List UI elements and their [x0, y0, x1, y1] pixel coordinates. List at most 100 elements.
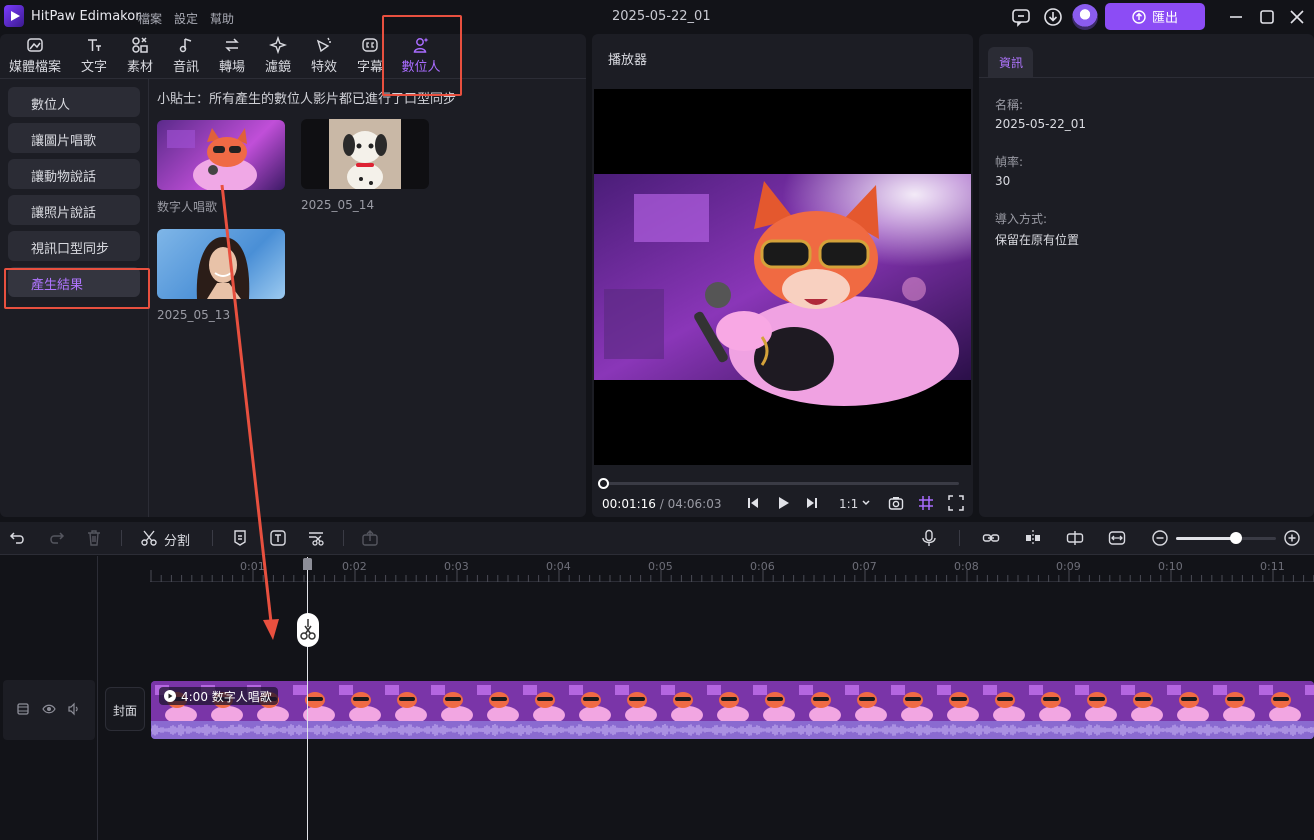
playhead-split-button[interactable]: [297, 613, 319, 647]
feedback-icon[interactable]: [1011, 7, 1031, 27]
tab-filter[interactable]: 濾鏡: [262, 34, 294, 79]
tab-text[interactable]: 文字: [78, 34, 110, 79]
user-avatar[interactable]: [1072, 4, 1098, 30]
download-icon[interactable]: [1043, 7, 1063, 27]
tab-label: 濾鏡: [264, 60, 291, 75]
clip-frame: [1301, 681, 1314, 721]
eye-icon[interactable]: [42, 702, 56, 716]
subtitle-icon: [362, 38, 378, 52]
tick-label: 0:09: [1056, 560, 1081, 573]
divider: [121, 530, 122, 546]
tick-label: 0:02: [342, 560, 367, 573]
cover-button[interactable]: 封面: [105, 687, 145, 731]
tab-label: 轉場: [218, 60, 245, 75]
zoom-in-icon[interactable]: [1283, 529, 1301, 547]
aspect-ratio-select[interactable]: 1:1: [839, 497, 858, 511]
tab-label: 音訊: [172, 60, 199, 75]
info-panel: 資訊 名稱: 2025-05-22_01 幀率: 30 導入方式: 保留在原有位…: [979, 34, 1314, 517]
chevron-down-icon[interactable]: [861, 495, 871, 511]
freeze-frame-icon[interactable]: [1024, 529, 1042, 547]
result-thumbnail-dog[interactable]: [301, 119, 429, 189]
fullscreen-icon[interactable]: [948, 495, 964, 511]
clip-frame: [1163, 681, 1209, 724]
sidebar-item-animal-talk[interactable]: 讓動物說話: [8, 159, 140, 189]
tab-transition[interactable]: 轉場: [216, 34, 248, 79]
tab-audio[interactable]: 音訊: [170, 34, 202, 79]
fit-width-icon[interactable]: [1108, 529, 1126, 547]
result-thumbnail-singing[interactable]: [157, 120, 285, 190]
tick-label: 0:07: [852, 560, 877, 573]
microphone-icon[interactable]: [920, 529, 938, 547]
app-logo-icon: [4, 5, 24, 27]
tick-label: 0:10: [1158, 560, 1183, 573]
clip-frame: [565, 681, 611, 724]
tab-info[interactable]: 資訊: [988, 47, 1033, 77]
tab-effects[interactable]: 特效: [308, 34, 340, 79]
scissors-icon[interactable]: [140, 529, 158, 547]
close-icon[interactable]: [1288, 8, 1306, 26]
zoom-out-icon[interactable]: [1151, 529, 1169, 547]
clip-frame: [335, 681, 381, 724]
menu-file[interactable]: 檔案: [138, 10, 162, 27]
timeline-toolbar: 分割: [0, 522, 1314, 555]
tab-media[interactable]: 媒體檔案: [8, 34, 62, 79]
marker-icon[interactable]: [231, 529, 249, 547]
tick-label: 0:03: [444, 560, 469, 573]
prev-frame-icon[interactable]: [745, 495, 761, 511]
elements-icon: [132, 37, 148, 53]
effects-icon: [316, 37, 331, 53]
link-icon[interactable]: [982, 529, 1000, 547]
snapshot-icon[interactable]: [888, 495, 904, 511]
scissors-icon: [300, 619, 316, 640]
sidebar-item-lip-sync[interactable]: 視訊口型同步: [8, 231, 140, 261]
video-preview[interactable]: [594, 89, 971, 465]
clip-frame: [1071, 681, 1117, 724]
redo-icon[interactable]: [47, 529, 65, 547]
sidebar-item-photo-talk[interactable]: 讓照片說話: [8, 195, 140, 225]
zoom-slider-knob[interactable]: [1230, 532, 1242, 544]
menu-settings[interactable]: 設定: [174, 10, 198, 27]
delete-icon[interactable]: [85, 529, 103, 547]
divider: [979, 77, 1314, 78]
split-button[interactable]: 分割: [164, 530, 190, 549]
grid-icon[interactable]: [918, 495, 934, 511]
playback-progress-track[interactable]: [602, 482, 959, 485]
dalmatian-image: [329, 119, 401, 189]
clip-frame: [519, 681, 565, 724]
import-label: 導入方式:: [995, 212, 1048, 226]
highlight-box-digital-human-tab: [382, 15, 462, 96]
playhead-handle[interactable]: [303, 558, 312, 570]
time-ruler[interactable]: 0:01 0:02 0:03 0:04 0:05 0:06 0:07 0:08 …: [150, 556, 1314, 582]
play-icon[interactable]: [775, 495, 791, 511]
result-thumbnail-woman[interactable]: [157, 229, 285, 299]
divider: [959, 530, 960, 546]
ruler-ticks: [150, 570, 1314, 582]
volume-icon[interactable]: [67, 702, 81, 716]
name-label: 名稱:: [995, 98, 1024, 112]
undo-icon[interactable]: [9, 529, 27, 547]
sidebar-item-digital-human[interactable]: 數位人: [8, 87, 140, 117]
tab-elements[interactable]: 素材: [124, 34, 156, 79]
auto-cut-icon[interactable]: [307, 529, 325, 547]
video-track-icon[interactable]: [16, 702, 30, 716]
playback-progress-knob[interactable]: [598, 478, 609, 489]
current-time: 00:01:16: [602, 497, 656, 511]
maximize-icon[interactable]: [1258, 8, 1276, 26]
export-button[interactable]: 匯出: [1105, 3, 1205, 30]
tab-label: 特效: [310, 60, 337, 75]
playback-time: 00:01:16 / 04:06:03: [602, 497, 721, 511]
clip-frame: [703, 681, 749, 724]
clip-frame: [887, 681, 933, 724]
next-frame-icon[interactable]: [804, 495, 820, 511]
add-text-icon[interactable]: [269, 529, 287, 547]
woman-portrait-image: [196, 237, 250, 299]
minimize-icon[interactable]: [1227, 8, 1245, 26]
playhead-line[interactable]: [307, 557, 308, 840]
import-value: 保留在原有位置: [995, 233, 1080, 247]
clip-frame: [381, 681, 427, 724]
split-clip-icon[interactable]: [1066, 529, 1084, 547]
video-clip[interactable]: [151, 681, 1314, 739]
export-clip-icon[interactable]: [361, 529, 379, 547]
menu-help[interactable]: 幫助: [210, 10, 234, 27]
sidebar-item-sing-image[interactable]: 讓圖片唱歌: [8, 123, 140, 153]
